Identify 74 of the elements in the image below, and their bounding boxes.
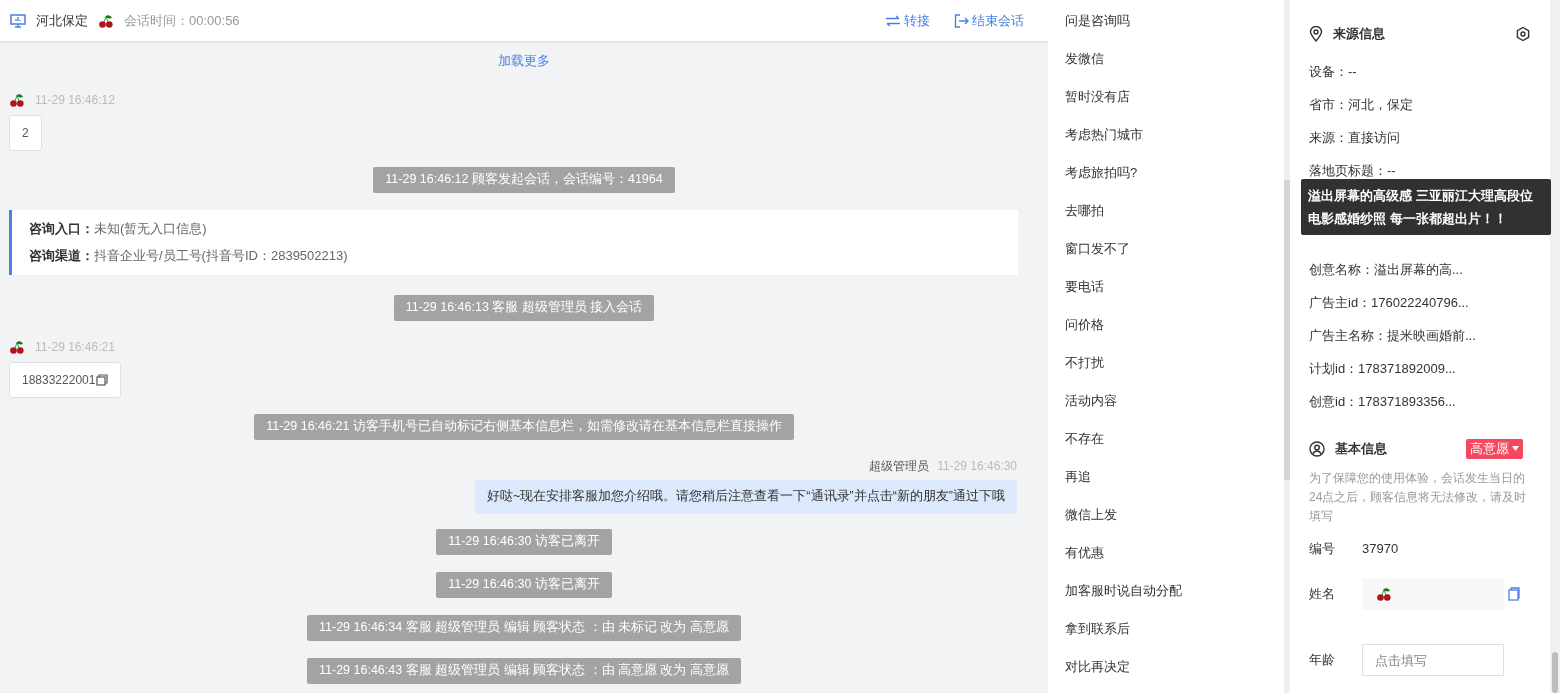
field-value: 37970 bbox=[1362, 539, 1399, 558]
cherry-avatar-icon bbox=[98, 12, 114, 29]
quick-reply-item[interactable]: 对比再决定 bbox=[1048, 648, 1284, 686]
info-row-text: 计划id：178371892009... bbox=[1309, 360, 1457, 379]
transfer-button[interactable]: 转接 bbox=[885, 10, 930, 31]
monitor-icon bbox=[10, 13, 26, 28]
field-label: 姓名 bbox=[1309, 585, 1336, 604]
quick-reply-item[interactable]: 再追 bbox=[1048, 458, 1284, 496]
system-notice: 11-29 16:46:12 顾客发起会话，会话编号：41964 bbox=[373, 166, 675, 193]
info-row-text: 来源：直接访问 bbox=[1309, 129, 1401, 148]
copy-icon[interactable] bbox=[96, 373, 109, 386]
quick-reply-item[interactable]: 去哪拍 bbox=[1048, 192, 1284, 230]
message-text: 18833222001 bbox=[22, 371, 96, 389]
cherry-avatar-icon bbox=[9, 338, 25, 355]
name-field[interactable] bbox=[1362, 578, 1504, 610]
quick-reply-item[interactable]: 有优惠 bbox=[1048, 534, 1284, 572]
quick-reply-item[interactable]: 问价格 bbox=[1048, 306, 1284, 344]
system-notice: 11-29 16:46:13 客服 超级管理员 接入会话 bbox=[393, 294, 655, 321]
section-title: 基本信息 bbox=[1335, 439, 1387, 458]
quick-reply-item[interactable]: 要电话 bbox=[1048, 268, 1284, 306]
message-text: 2 bbox=[22, 124, 29, 142]
message-time: 11-29 16:46:30 bbox=[937, 457, 1017, 475]
entry-info-line: 咨询入口：未知(暂无入口信息) bbox=[29, 219, 208, 238]
info-row-text: 创意id：178371893356... bbox=[1309, 393, 1457, 412]
quick-reply-item[interactable]: 考虑旅拍吗? bbox=[1048, 154, 1284, 192]
swap-arrows-icon bbox=[885, 14, 901, 27]
message-bubble: 好哒~现在安排客服加您介绍哦。请您稍后注意查看一下“通讯录”并点击“新的朋友”通过下哦 bbox=[475, 479, 1017, 514]
quick-reply-item[interactable]: 考虑热门城市 bbox=[1048, 116, 1284, 154]
quick-reply-item[interactable]: 拿到联系后 bbox=[1048, 610, 1284, 648]
user-circle-icon bbox=[1309, 440, 1325, 457]
field-label: 编号 bbox=[1309, 539, 1336, 558]
info-row-text: 创意名称：溢出屏幕的高... bbox=[1309, 261, 1464, 280]
system-notice: 11-29 16:46:43 客服 超级管理员 编辑 顾客状态 ：由 高意愿 改为 高意愿 bbox=[307, 657, 741, 684]
scrollbar-thumb[interactable] bbox=[1284, 180, 1290, 480]
system-notice: 11-29 16:46:34 客服 超级管理员 编辑 顾客状态 ：由 未标记 改为 高意愿 bbox=[307, 614, 741, 641]
tooltip: 溢出屏幕的高级感 三亚丽江大理高段位电影感婚纱照 每一张都超出片！！ bbox=[1301, 178, 1551, 235]
info-row-text: 省市：河北，保定 bbox=[1309, 96, 1414, 115]
settings-icon[interactable] bbox=[1515, 25, 1531, 42]
quick-reply-item[interactable]: 窗口发不了 bbox=[1048, 230, 1284, 268]
system-notice: 11-29 16:46:30 访客已离开 bbox=[436, 528, 612, 555]
system-notice: 11-29 16:46:21 访客手机号已自动标记右侧基本信息栏，如需修改请在基本信息栏直接操作 bbox=[254, 413, 794, 440]
cherry-avatar-icon bbox=[9, 91, 25, 108]
customer-location: 河北保定 bbox=[36, 11, 88, 30]
quick-reply-item[interactable]: 活动内容 bbox=[1048, 382, 1284, 420]
age-field[interactable]: 点击填写 bbox=[1362, 644, 1504, 676]
notice-text: 为了保障您的使用体验，会话发生当日的24点之后，顾客信息将无法修改，请及时填写 bbox=[1309, 469, 1528, 525]
system-notice: 11-29 16:46:30 访客已离开 bbox=[436, 571, 612, 598]
quick-reply-item[interactable]: 不存在 bbox=[1048, 420, 1284, 458]
quick-reply-item[interactable]: 不打扰 bbox=[1048, 344, 1284, 382]
section-title: 来源信息 bbox=[1333, 25, 1385, 43]
quick-reply-item[interactable]: 问是咨询吗 bbox=[1048, 2, 1284, 40]
agent-name: 超级管理员 bbox=[869, 457, 930, 475]
caret-icon bbox=[1512, 446, 1519, 451]
scrollbar-thumb[interactable] bbox=[1552, 652, 1558, 693]
end-session-button[interactable]: 结束会话 bbox=[954, 10, 1024, 31]
info-row-text: 广告主名称：提米映画婚前... bbox=[1309, 327, 1477, 346]
quick-reply-item[interactable]: 微信上发 bbox=[1048, 496, 1284, 534]
entry-info-line: 咨询渠道：抖音企业号/员工号(抖音号ID：2839502213) bbox=[29, 246, 349, 265]
quick-reply-item[interactable]: 暂时没有店 bbox=[1048, 78, 1284, 116]
location-pin-icon bbox=[1309, 25, 1323, 42]
info-row-text: 设备：-- bbox=[1309, 63, 1358, 82]
exit-icon bbox=[954, 13, 969, 28]
session-time: 会话时间：00:00:56 bbox=[124, 11, 240, 30]
message-time: 11-29 16:46:21 bbox=[35, 338, 115, 356]
copy-icon[interactable] bbox=[1508, 587, 1521, 601]
info-row-text: 广告主id：176022240796... bbox=[1309, 294, 1470, 313]
field-label: 年龄 bbox=[1309, 651, 1336, 670]
cherry-avatar-icon bbox=[1376, 586, 1392, 602]
message-time: 11-29 16:46:12 bbox=[35, 91, 115, 109]
status-dropdown[interactable]: 高意愿 bbox=[1466, 438, 1523, 459]
load-more-link[interactable]: 加载更多 bbox=[498, 51, 550, 71]
info-row-text: 落地页标题：-- bbox=[1309, 162, 1397, 181]
quick-reply-item[interactable]: 加客服时说自动分配 bbox=[1048, 572, 1284, 610]
quick-reply-item[interactable]: 发微信 bbox=[1048, 40, 1284, 78]
